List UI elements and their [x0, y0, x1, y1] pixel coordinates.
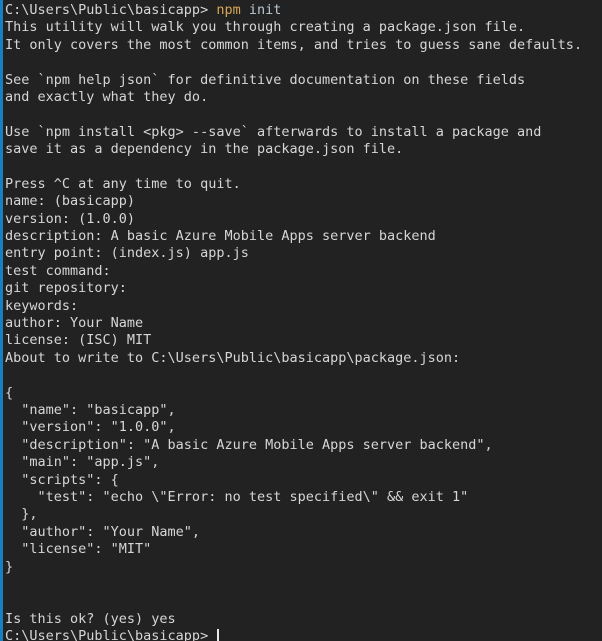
terminal-line: Use `npm install <pkg> --save` afterward… [5, 124, 602, 141]
terminal-line: }, [5, 506, 602, 523]
terminal-text: Is this ok? (yes) yes [5, 610, 176, 627]
terminal-line: } [5, 559, 602, 576]
terminal-line: C:\Users\Public\basicapp> npm init [5, 2, 602, 19]
terminal-line: "name": "basicapp", [5, 402, 602, 419]
terminal-line: keywords: [5, 298, 602, 315]
terminal-text: description: A basic Azure Mobile Apps s… [5, 228, 436, 245]
terminal-text: It only covers the most common items, an… [5, 36, 583, 53]
terminal-text: save it as a dependency in the package.j… [5, 141, 404, 158]
terminal-line: license: (ISC) MIT [5, 332, 602, 349]
terminal-text: name: (basicapp) [5, 193, 136, 210]
terminal-text: This utility will walk you through creat… [5, 19, 526, 36]
terminal-line: "test": "echo \"Error: no test specified… [5, 489, 602, 506]
terminal-text: } [5, 558, 14, 575]
terminal-text: "author": "Your Name", [5, 523, 201, 540]
terminal-text: author: Your Name [5, 315, 144, 332]
terminal-text: Use `npm install <pkg> --save` afterward… [5, 123, 542, 140]
terminal-text: "description": "A basic Azure Mobile App… [5, 436, 493, 453]
terminal-line: save it as a dependency in the package.j… [5, 141, 602, 158]
shell-prompt: C:\Users\Public\basicapp> [5, 628, 209, 641]
terminal-line: See `npm help json` for definitive docum… [5, 72, 602, 89]
terminal-text: "test": "echo \"Error: no test specified… [5, 488, 469, 505]
terminal-line: version: (1.0.0) [5, 211, 602, 228]
terminal-line: "version": "1.0.0", [5, 419, 602, 436]
terminal-line: Is this ok? (yes) yes [5, 611, 602, 628]
terminal-line: { [5, 385, 602, 402]
terminal-line: Press ^C at any time to quit. [5, 176, 602, 193]
terminal-line: and exactly what they do. [5, 89, 602, 106]
terminal-line: description: A basic Azure Mobile Apps s… [5, 228, 602, 245]
cursor-gap [208, 628, 216, 641]
terminal-line: git repository: [5, 280, 602, 297]
terminal-line: name: (basicapp) [5, 193, 602, 210]
terminal-line: About to write to C:\Users\Public\basica… [5, 350, 602, 367]
terminal-text: "main": "app.js", [5, 454, 160, 471]
terminal-text: See `npm help json` for definitive docum… [5, 71, 526, 88]
text-cursor[interactable] [217, 629, 220, 641]
terminal-text: entry point: (index.js) app.js [5, 245, 249, 262]
terminal-text: }, [5, 506, 38, 523]
terminal-text: "version": "1.0.0", [5, 419, 176, 436]
terminal-text: license: (ISC) MIT [5, 332, 152, 349]
terminal-line: "license": "MIT" [5, 541, 602, 558]
terminal-text: "scripts": { [5, 471, 119, 488]
terminal-text: keywords: [5, 297, 79, 314]
command-space [241, 2, 249, 18]
terminal-line: "scripts": { [5, 472, 602, 489]
terminal-text: About to write to C:\Users\Public\basica… [5, 349, 461, 366]
terminal-line: C:\Users\Public\basicapp> [5, 628, 602, 641]
terminal-line: entry point: (index.js) app.js [5, 245, 602, 262]
shell-prompt: C:\Users\Public\basicapp> [5, 2, 209, 18]
terminal-text: and exactly what they do. [5, 88, 209, 105]
terminal-text: "name": "basicapp", [5, 401, 176, 418]
terminal-line: "author": "Your Name", [5, 524, 602, 541]
window-accent-stripe [0, 0, 3, 641]
terminal-output-area[interactable]: C:\Users\Public\basicapp> npm init This u… [3, 0, 602, 641]
command-argument: init [248, 2, 282, 18]
terminal-text: git repository: [5, 280, 127, 297]
terminal-line: "main": "app.js", [5, 454, 602, 471]
terminal-text: "license": "MIT" [5, 541, 152, 558]
terminal-line: This utility will walk you through creat… [5, 19, 602, 36]
terminal-line: "description": "A basic Azure Mobile App… [5, 437, 602, 454]
terminal-window[interactable]: C:\Users\Public\basicapp> npm init This u… [0, 0, 602, 641]
command-name: npm [216, 2, 241, 18]
terminal-text: Press ^C at any time to quit. [5, 175, 241, 192]
terminal-text: version: (1.0.0) [5, 210, 136, 227]
terminal-line: test command: [5, 263, 602, 280]
terminal-text: test command: [5, 262, 111, 279]
terminal-line: It only covers the most common items, an… [5, 37, 602, 54]
terminal-line: author: Your Name [5, 315, 602, 332]
terminal-text: { [5, 384, 14, 401]
